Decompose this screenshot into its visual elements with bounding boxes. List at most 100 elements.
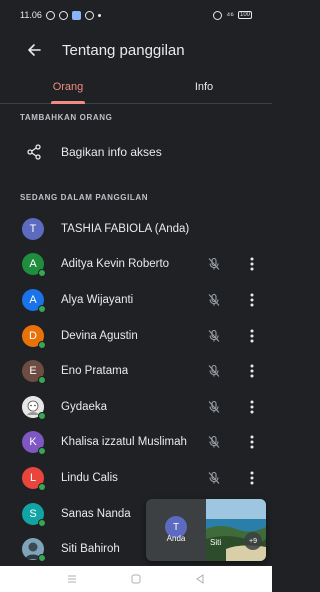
participant-row[interactable]: Gydaeka [0, 389, 272, 425]
tab-info-label: Info [194, 80, 214, 93]
mute-button[interactable] [206, 434, 222, 450]
more-options-button[interactable] [244, 327, 260, 345]
more-options-button[interactable] [244, 433, 260, 451]
participant-row[interactable]: K Khalisa izzatul Muslimah [0, 425, 272, 461]
mic-off-icon [208, 293, 220, 306]
mute-button[interactable] [206, 328, 222, 344]
participant-row[interactable]: L Lindu Calis [0, 460, 272, 496]
participant-name: Alya Wijayanti [61, 293, 134, 306]
participant-name: Sanas Nanda [61, 507, 131, 520]
page-title: Tentang panggilan [62, 41, 185, 59]
avatar [22, 538, 46, 563]
floating-call-preview[interactable]: T Anda Siti +9 [146, 499, 266, 561]
mic-off-icon [208, 436, 220, 449]
mute-button[interactable] [206, 292, 222, 308]
mic-off-icon [208, 471, 220, 484]
more-vert-icon [250, 293, 254, 307]
self-view-tile[interactable]: T Anda [146, 499, 206, 561]
avatar: K [22, 431, 46, 456]
online-status-indicator [38, 376, 46, 385]
mic-off-icon [208, 400, 220, 413]
more-vert-icon [250, 435, 254, 449]
participant-name: Siti Bahiroh [61, 543, 120, 556]
more-vert-icon [250, 471, 254, 485]
online-status-indicator [38, 340, 46, 349]
online-status-indicator [38, 554, 46, 563]
app-notification-icon [71, 10, 81, 20]
arrow-left-icon [28, 44, 41, 56]
more-options-button[interactable] [244, 291, 260, 309]
online-status-indicator [38, 447, 46, 456]
avatar: T [22, 217, 44, 240]
more-vert-icon [250, 364, 254, 378]
more-options-button[interactable] [244, 362, 260, 380]
mic-off-icon [208, 365, 220, 378]
online-status-indicator [38, 518, 46, 527]
participant-name: Gydaeka [61, 400, 108, 413]
online-status-indicator [38, 304, 46, 313]
participant-name: Aditya Kevin Roberto [61, 258, 170, 271]
self-view-label: Anda [166, 534, 186, 543]
participant-video-tile[interactable]: Siti +9 [206, 499, 266, 561]
online-status-indicator [38, 482, 46, 491]
more-participants-count: +9 [244, 532, 262, 550]
section-heading-add-people: TAMBAHKAN ORANG [20, 113, 113, 122]
participant-row[interactable]: A Alya Wijayanti [0, 282, 272, 318]
beach-photo-image [206, 499, 266, 561]
back-button[interactable] [14, 30, 54, 70]
home-button[interactable] [126, 569, 146, 589]
participant-row[interactable]: T TASHIA FABIOLA (Anda) [0, 211, 272, 247]
status-bar-left: 11.06 [20, 10, 101, 20]
mute-button[interactable] [206, 399, 222, 415]
signal-icon: ⁴⁶ [226, 10, 234, 20]
alarm-icon [213, 10, 223, 20]
mic-off-icon [208, 258, 220, 271]
menu-icon [68, 575, 76, 583]
status-bar: 11.06 ⁴⁶ 100 [0, 0, 272, 30]
participant-name: Devina Agustin [61, 329, 138, 342]
share-icon [24, 144, 44, 160]
avatar [22, 395, 46, 420]
mute-button[interactable] [206, 470, 222, 486]
avatar: A [22, 288, 46, 313]
participant-name: Eno Pratama [61, 365, 129, 378]
mute-button[interactable] [206, 256, 222, 272]
participant-name: Lindu Calis [61, 471, 118, 484]
participant-row[interactable]: E Eno Pratama [0, 353, 272, 389]
more-vert-icon [250, 329, 254, 343]
tab-people-label: Orang [52, 80, 84, 93]
share-access-info-button[interactable]: Bagikan info akses [0, 136, 272, 168]
avatar: S [22, 502, 46, 527]
back-nav-button[interactable] [190, 569, 210, 589]
avatar: D [22, 324, 46, 349]
section-heading-in-call: SEDANG DALAM PANGGILAN [20, 193, 149, 202]
whatsapp-icon [58, 10, 68, 20]
status-bar-right: ⁴⁶ 100 [213, 10, 252, 20]
avatar: L [22, 466, 46, 491]
avatar-initial: T [22, 217, 44, 240]
avatar: A [22, 253, 46, 278]
participant-row[interactable]: D Devina Agustin [0, 318, 272, 354]
participant-name: TASHIA FABIOLA (Anda) [61, 222, 190, 235]
system-navigation-bar [0, 566, 272, 592]
tab-people[interactable]: Orang [0, 70, 136, 104]
notification-icon [84, 10, 94, 20]
back-triangle-icon [196, 574, 204, 584]
tab-info[interactable]: Info [136, 70, 272, 103]
participant-tile-label: Siti [210, 538, 222, 547]
recent-apps-button[interactable] [62, 569, 82, 589]
participant-row[interactable]: A Aditya Kevin Roberto [0, 247, 272, 283]
more-vert-icon [250, 257, 254, 271]
more-options-button[interactable] [244, 255, 260, 273]
tab-active-indicator [51, 101, 85, 104]
online-status-indicator [38, 411, 46, 420]
share-access-info-label: Bagikan info akses [61, 145, 162, 159]
notification-icon [45, 10, 55, 20]
battery-icon: 100 [238, 11, 252, 19]
more-options-button[interactable] [244, 398, 260, 416]
participant-name: Khalisa izzatul Muslimah [61, 436, 187, 449]
more-vert-icon [250, 400, 254, 414]
mute-button[interactable] [206, 363, 222, 379]
online-status-indicator [38, 269, 46, 278]
more-options-button[interactable] [244, 469, 260, 487]
